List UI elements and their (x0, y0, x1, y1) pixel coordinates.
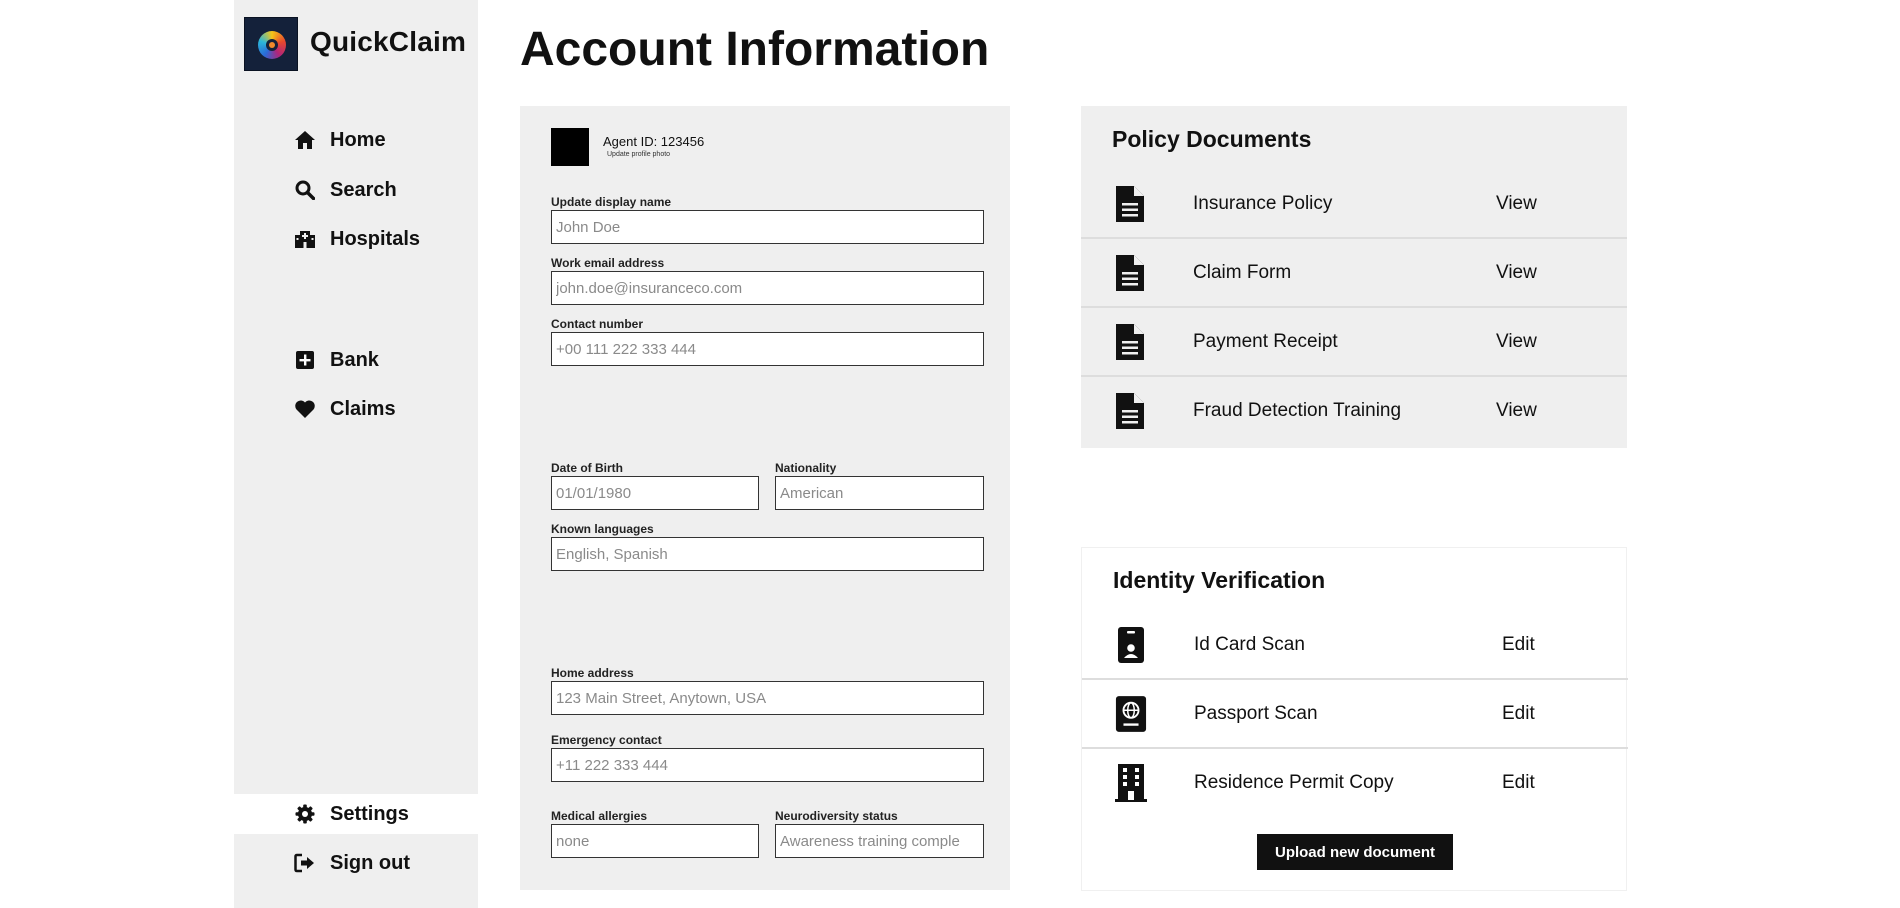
building-icon (1115, 763, 1147, 803)
sidebar-item-label: Bank (330, 348, 379, 371)
gear-icon (294, 803, 316, 825)
languages-field[interactable] (551, 537, 984, 571)
home-address-field[interactable] (551, 681, 984, 715)
allergies-label: Medical allergies (551, 809, 648, 823)
identity-verification-card: Identity Verification Id Card Scan Edit … (1081, 547, 1628, 891)
display-name-label: Update display name (551, 195, 672, 209)
sidebar-item-label: Hospitals (330, 227, 421, 250)
sidebar-item-label: Search (330, 178, 397, 201)
display-name-input[interactable] (551, 210, 984, 244)
document-icon (1114, 391, 1146, 431)
table-row: Fraud Detection Training View (1081, 377, 1627, 446)
dob-field[interactable] (551, 476, 759, 510)
sidebar-item-label: Settings (330, 802, 409, 825)
plus-square-icon (294, 349, 316, 371)
document-name: Passport Scan (1194, 703, 1318, 724)
agent-id: Agent ID: 123456 (603, 134, 705, 149)
edit-button[interactable]: Edit (1502, 772, 1535, 794)
hospital-icon (294, 228, 316, 250)
nationality-field[interactable] (775, 476, 984, 510)
view-button[interactable]: View (1496, 193, 1537, 215)
avatar[interactable] (551, 128, 589, 166)
document-name: Residence Permit Copy (1194, 772, 1394, 793)
sidebar-item-label: Sign out (330, 851, 410, 874)
sidebar-item-label: Home (330, 128, 386, 151)
logo-icon (258, 31, 286, 59)
sidebar-item-settings[interactable]: Settings (234, 794, 478, 834)
policy-documents-title: Policy Documents (1112, 126, 1312, 152)
nationality-label: Nationality (775, 461, 837, 475)
search-icon (294, 179, 316, 201)
document-icon (1114, 322, 1146, 362)
account-form-panel: Agent ID: 123456 Update profile photo Up… (520, 106, 1010, 890)
document-icon (1114, 253, 1146, 293)
address-label: Home address (551, 666, 634, 680)
languages-label: Known languages (551, 522, 654, 536)
neurodiversity-label: Neurodiversity status (775, 809, 898, 823)
table-row: Claim Form View (1081, 239, 1627, 308)
view-button[interactable]: View (1496, 331, 1537, 353)
email-field[interactable] (551, 271, 984, 305)
table-row: Payment Receipt View (1081, 308, 1627, 377)
heart-icon (294, 398, 316, 420)
policy-documents-card: Policy Documents Insurance Policy View C… (1081, 106, 1627, 448)
update-profile-photo-link[interactable]: Update profile photo (607, 151, 670, 158)
home-icon (294, 129, 316, 151)
document-name: Fraud Detection Training (1193, 400, 1402, 421)
document-name: Insurance Policy (1193, 193, 1333, 214)
identity-verification-title: Identity Verification (1113, 567, 1326, 593)
dob-label: Date of Birth (551, 461, 623, 475)
table-row: Passport Scan Edit (1082, 680, 1628, 749)
table-row: Id Card Scan Edit (1082, 611, 1628, 680)
emergency-contact-field[interactable] (551, 748, 984, 782)
sidebar-item-label: Claims (330, 397, 396, 420)
passport-icon (1115, 694, 1147, 734)
sidebar-item-claims[interactable]: Claims (234, 389, 478, 429)
upload-document-button[interactable]: Upload new document (1257, 834, 1453, 870)
edit-button[interactable]: Edit (1502, 634, 1535, 656)
emergency-label: Emergency contact (551, 733, 662, 747)
table-row: Residence Permit Copy Edit (1082, 749, 1628, 818)
email-label: Work email address (551, 256, 665, 270)
page-title: Account Information (520, 23, 990, 76)
sign-out-icon (294, 852, 316, 874)
view-button[interactable]: View (1496, 400, 1537, 422)
id-badge-icon (1115, 625, 1147, 665)
sidebar-item-home[interactable]: Home (234, 120, 478, 160)
edit-button[interactable]: Edit (1502, 703, 1535, 725)
sidebar-item-search[interactable]: Search (234, 170, 478, 210)
document-name: Id Card Scan (1194, 634, 1305, 655)
view-button[interactable]: View (1496, 262, 1537, 284)
document-name: Claim Form (1193, 262, 1292, 283)
contact-number-field[interactable] (551, 332, 984, 366)
sidebar-item-bank[interactable]: Bank (234, 340, 478, 380)
table-row: Insurance Policy View (1081, 170, 1627, 239)
sidebar-item-hospitals[interactable]: Hospitals (234, 219, 478, 259)
sidebar: QuickClaim Home Search Hospitals Bank Cl… (234, 0, 478, 908)
allergies-field[interactable] (551, 824, 759, 858)
document-name: Payment Receipt (1193, 331, 1338, 352)
neurodiversity-field[interactable] (775, 824, 984, 858)
document-icon (1114, 184, 1146, 224)
contact-label: Contact number (551, 317, 644, 331)
sidebar-item-sign-out[interactable]: Sign out (234, 843, 478, 883)
app-logo (244, 17, 298, 71)
app-title: QuickClaim (310, 26, 467, 57)
